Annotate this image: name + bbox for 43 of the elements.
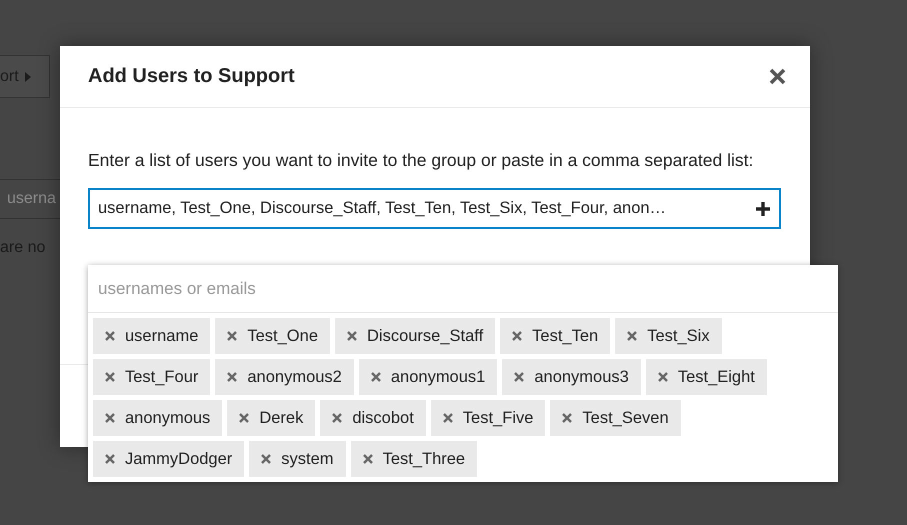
remove-icon[interactable] xyxy=(105,372,115,382)
user-chip[interactable]: Discourse_Staff xyxy=(335,318,496,354)
user-chip[interactable]: Test_Six xyxy=(615,318,722,354)
user-chip[interactable]: Test_Three xyxy=(350,441,478,477)
user-chip[interactable]: Derek xyxy=(227,400,316,436)
user-list-field[interactable]: username, Test_One, Discourse_Staff, Test_Ten, Test_Six, Test_Four, anon… xyxy=(88,188,781,229)
remove-icon[interactable] xyxy=(514,372,524,382)
remove-icon[interactable] xyxy=(105,413,115,423)
remove-icon[interactable] xyxy=(227,372,238,382)
user-chip[interactable]: anonymous2 xyxy=(215,359,354,395)
remove-icon[interactable] xyxy=(362,454,373,464)
caret-icon xyxy=(24,72,31,82)
field-value: username, Test_One, Discourse_Staff, Test_Ten, Test_Six, Test_Four, anon… xyxy=(98,199,666,218)
instructions-text: Enter a list of users you want to invite to the group or paste in a comma separated list: xyxy=(88,149,754,172)
remove-icon[interactable] xyxy=(239,413,250,423)
remove-icon[interactable] xyxy=(627,331,638,341)
user-chip[interactable]: anonymous3 xyxy=(502,359,641,395)
remove-icon[interactable] xyxy=(370,372,381,382)
user-chip[interactable]: system xyxy=(249,441,346,477)
user-chip[interactable]: JammyDodger xyxy=(93,441,244,477)
user-chip[interactable]: discobot xyxy=(320,400,426,436)
user-chip[interactable]: Test_Ten xyxy=(500,318,610,354)
user-chip[interactable]: Test_Eight xyxy=(646,359,767,395)
search-field[interactable]: usernames or emails xyxy=(88,265,838,313)
user-chip[interactable]: anonymous xyxy=(93,400,222,436)
remove-icon[interactable] xyxy=(105,331,115,341)
remove-icon[interactable] xyxy=(442,413,453,423)
remove-icon[interactable] xyxy=(562,413,572,423)
user-chip[interactable]: username xyxy=(93,318,210,354)
user-chip[interactable]: anonymous1 xyxy=(358,359,498,395)
user-chip[interactable]: Test_Seven xyxy=(550,400,681,436)
user-chip[interactable]: Test_Four xyxy=(93,359,210,395)
remove-icon[interactable] xyxy=(227,331,238,341)
dialog-title: Add Users to Support xyxy=(88,65,295,88)
remove-icon[interactable] xyxy=(105,454,115,464)
user-chip[interactable]: Test_Five xyxy=(430,400,546,436)
remove-icon[interactable] xyxy=(512,331,522,341)
remove-icon[interactable] xyxy=(332,413,342,423)
remove-icon[interactable] xyxy=(347,331,357,341)
user-chip[interactable]: Test_One xyxy=(215,318,330,354)
remove-icon[interactable] xyxy=(658,372,668,382)
remove-icon[interactable] xyxy=(261,454,272,464)
add-button[interactable] xyxy=(755,200,771,216)
